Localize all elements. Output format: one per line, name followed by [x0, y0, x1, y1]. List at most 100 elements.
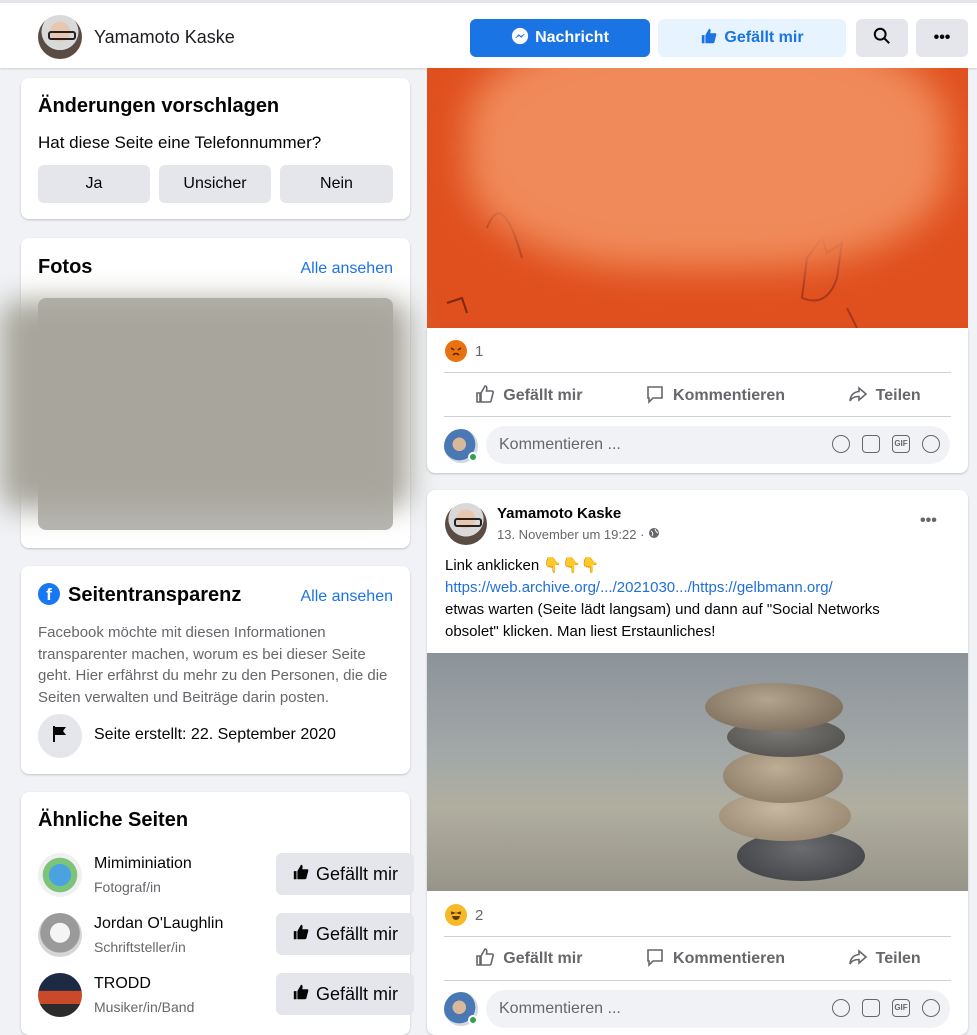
more-options-button[interactable]: ••• — [916, 19, 968, 57]
similar-pages-title: Ähnliche Seiten — [38, 809, 189, 831]
post1-comment-placeholder: Kommentieren ... — [499, 436, 621, 453]
post2-share-action[interactable]: Teilen — [848, 947, 921, 972]
stone — [705, 683, 843, 731]
post2-line3: etwas warten (Seite lädt langsam) und da… — [445, 601, 880, 618]
online-status-dot — [468, 1015, 478, 1025]
post2-timestamp[interactable]: 13. November um 19:22 · — [497, 527, 644, 542]
photos-title: Fotos — [38, 256, 93, 278]
post2-comment-label: Kommentieren — [673, 950, 786, 967]
similar-page-avatar[interactable] — [38, 973, 82, 1017]
divider — [444, 372, 951, 373]
post2-line4: obsolet" klicken. Man liest Erstaunliche… — [445, 623, 716, 640]
similar-page-like-button[interactable]: Gefällt mir — [276, 913, 414, 955]
page-like-label: Gefällt mir — [724, 29, 804, 46]
suggest-changes-card: Änderungen vorschlagen Hat diese Seite e… — [21, 78, 410, 219]
camera-icon[interactable] — [862, 435, 880, 453]
post2-line1: Link anklicken 👇👇👇 — [445, 557, 600, 574]
suggest-changes-title: Änderungen vorschlagen — [38, 95, 280, 117]
sticker-icon[interactable] — [922, 435, 940, 453]
thumbs-up-outline-icon — [475, 384, 495, 409]
haha-reaction-icon — [445, 904, 467, 926]
post1-image[interactable] — [427, 68, 968, 328]
answer-yes-button[interactable]: Ja — [38, 165, 150, 203]
post2-like-label: Gefällt mir — [503, 950, 583, 967]
post2-action-row: Gefällt mir Kommentieren Teilen — [444, 937, 952, 981]
post1-comment-input[interactable]: Kommentieren ... GIF — [486, 426, 950, 464]
post1-comment-action[interactable]: Kommentieren — [645, 384, 785, 409]
post2-comment-action[interactable]: Kommentieren — [645, 947, 785, 972]
search-button[interactable] — [856, 19, 908, 57]
message-button[interactable]: Nachricht — [470, 19, 650, 57]
page-like-button[interactable]: Gefällt mir — [658, 19, 846, 57]
post2-image[interactable] — [427, 653, 968, 891]
similar-pages-card: Ähnliche Seiten Mimiminiation Fotograf/i… — [21, 792, 414, 1035]
post2-comment-placeholder: Kommentieren ... — [499, 1000, 621, 1017]
similar-page-name[interactable]: TRODD — [94, 975, 151, 993]
search-icon — [873, 27, 891, 50]
emoji-icon[interactable] — [832, 999, 850, 1017]
post2-text: Link anklicken 👇👇👇 https://web.archive.o… — [445, 555, 955, 643]
transparency-card: f Seitentransparenz Alle ansehen Faceboo… — [21, 566, 410, 774]
comment-icon — [645, 384, 665, 409]
post1-share-action[interactable]: Teilen — [848, 384, 921, 409]
share-icon — [848, 947, 868, 972]
transparency-see-all-link[interactable]: Alle ansehen — [300, 588, 393, 606]
similar-page-category: Schriftsteller/in — [94, 939, 186, 955]
gif-icon[interactable]: GIF — [892, 999, 910, 1017]
online-status-dot — [468, 452, 478, 462]
messenger-icon — [511, 27, 529, 50]
page-created-date: Seite erstellt: 22. September 2020 — [94, 726, 336, 743]
post2-comment-input[interactable]: Kommentieren ... GIF — [486, 990, 950, 1028]
similar-page-like-button[interactable]: Gefällt mir — [276, 853, 414, 895]
more-icon: ••• — [933, 29, 951, 46]
thumbs-up-icon — [292, 863, 310, 886]
similar-page-avatar[interactable] — [38, 853, 82, 897]
blurred-photos — [0, 300, 410, 510]
post1-like-action[interactable]: Gefällt mir — [475, 384, 582, 409]
similar-page-avatar[interactable] — [38, 913, 82, 957]
stone — [723, 749, 843, 803]
thumbs-up-icon — [292, 923, 310, 946]
sticker-icon[interactable] — [922, 999, 940, 1017]
post2-share-label: Teilen — [875, 950, 921, 967]
answer-unsure-button[interactable]: Unsicher — [159, 165, 271, 203]
post2-author-avatar[interactable] — [445, 503, 487, 545]
page-header: Yamamoto Kaske Nachricht Gefällt mir ••• — [0, 0, 977, 68]
emoji-icon[interactable] — [832, 435, 850, 453]
facebook-logo-icon: f — [38, 583, 60, 605]
post1-comment-label: Kommentieren — [673, 387, 786, 404]
post2-author-name[interactable]: Yamamoto Kaske — [497, 505, 621, 522]
page-name[interactable]: Yamamoto Kaske — [94, 27, 235, 48]
transparency-description: Facebook möchte mit diesen Informationen… — [38, 624, 388, 706]
post2-link[interactable]: https://web.archive.org/.../2021030.../h… — [445, 577, 955, 599]
share-icon — [848, 384, 868, 409]
flag-icon-circle — [38, 714, 82, 758]
post2-more-button[interactable]: ••• — [920, 512, 937, 530]
similar-page-like-label: Gefällt mir — [315, 983, 398, 1004]
message-button-label: Nachricht — [535, 29, 609, 46]
similar-page-name[interactable]: Jordan O'Laughlin — [94, 915, 223, 933]
post1-reaction-count[interactable]: 1 — [475, 343, 483, 360]
comment-icon — [645, 947, 665, 972]
answer-no-button[interactable]: Nein — [280, 165, 393, 203]
angry-reaction-icon — [445, 340, 467, 362]
suggest-question: Hat diese Seite eine Telefonnummer? — [38, 133, 322, 152]
similar-page-name[interactable]: Mimiminiation — [94, 855, 192, 873]
camera-icon[interactable] — [862, 999, 880, 1017]
comment-tools: GIF — [832, 435, 940, 453]
thumbs-up-icon — [700, 27, 718, 50]
thumbs-up-outline-icon — [475, 947, 495, 972]
divider — [444, 416, 951, 417]
similar-page-like-label: Gefällt mir — [315, 923, 398, 944]
post1-share-label: Teilen — [875, 387, 921, 404]
globe-icon — [648, 527, 660, 542]
post2-timestamp-row: 13. November um 19:22 · — [497, 527, 660, 542]
thumbs-up-icon — [292, 983, 310, 1006]
post2-reaction-count[interactable]: 2 — [475, 907, 483, 924]
gif-icon[interactable]: GIF — [892, 435, 910, 453]
page-avatar[interactable] — [38, 15, 82, 59]
flag-icon — [52, 725, 68, 748]
similar-page-like-button[interactable]: Gefällt mir — [276, 973, 414, 1015]
photos-see-all-link[interactable]: Alle ansehen — [300, 260, 393, 278]
post2-like-action[interactable]: Gefällt mir — [475, 947, 582, 972]
